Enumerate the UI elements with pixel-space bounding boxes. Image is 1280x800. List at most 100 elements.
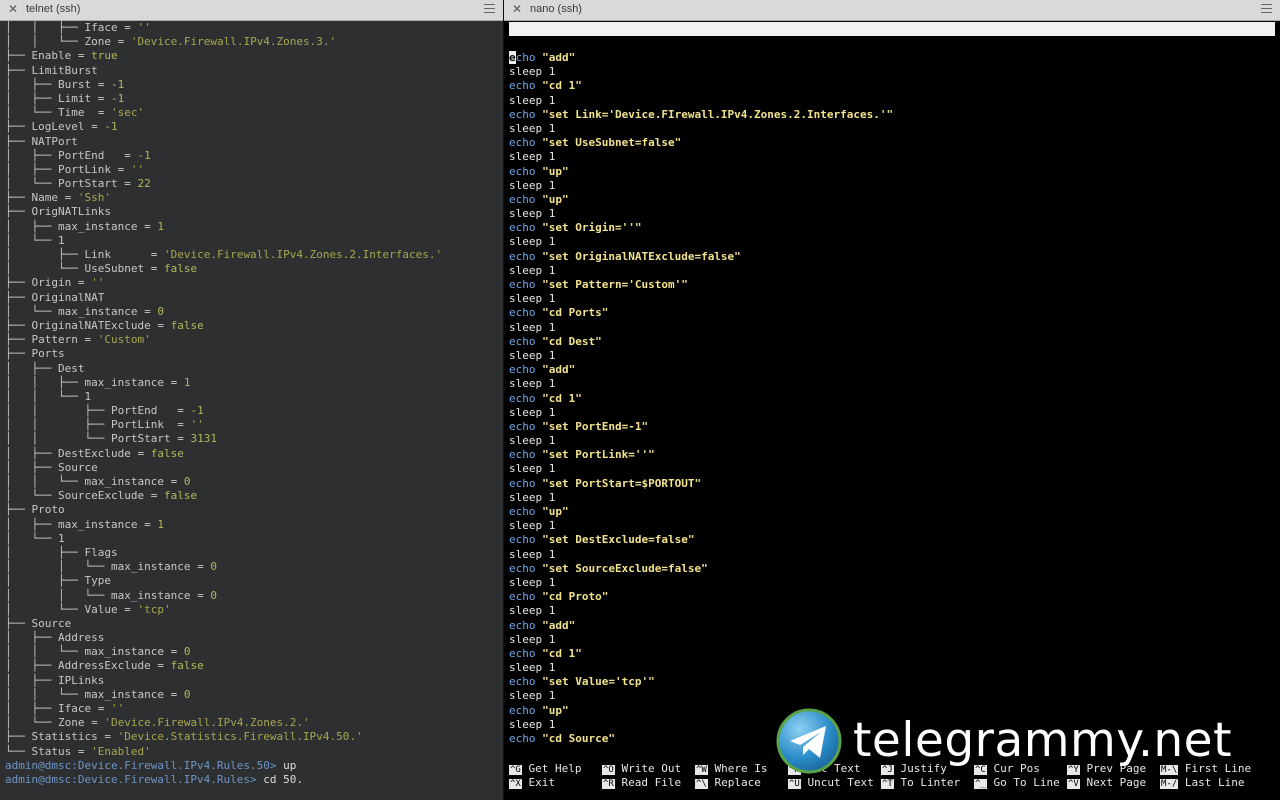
script-line[interactable]: echo "cd 1" (509, 392, 893, 406)
nano-shortcut[interactable]: ^O Write Out (602, 762, 681, 777)
tree-branch: │ │ └── (5, 687, 85, 701)
script-command: sleep (509, 320, 543, 334)
script-line[interactable]: sleep 1 (509, 321, 893, 335)
script-line[interactable]: sleep 1 (509, 264, 893, 278)
script-line[interactable]: echo "set SourceExclude=false" (509, 562, 893, 576)
script-line[interactable]: echo "set PortLink=''" (509, 448, 893, 462)
script-line[interactable]: echo "add" (509, 363, 893, 377)
tree-value: 'tcp' (137, 602, 171, 616)
script-line[interactable]: echo "cd 1" (509, 647, 893, 661)
tree-branch: │ │ └── (5, 389, 85, 403)
tree-key: Enable (31, 49, 72, 63)
tree-branch: │ └── (5, 106, 58, 120)
tree-value: '' (91, 276, 105, 290)
script-argument: 1 (548, 604, 556, 618)
script-line[interactable]: echo "add" (509, 51, 893, 65)
tree-value: 0 (183, 475, 191, 488)
nano-shortcut[interactable]: ^R Read File (602, 776, 681, 791)
nano-shortcut[interactable]: ^T To Linter (881, 776, 960, 791)
nano-shortcut[interactable]: ^X Exit (509, 776, 555, 791)
script-command: sleep (509, 519, 543, 533)
nano-shortcut[interactable]: ^V Next Page (1067, 776, 1146, 791)
tree-key: 1 (57, 233, 65, 247)
script-line[interactable]: echo "set PortStart=$PORTOUT" (509, 477, 893, 491)
tree-value: true (91, 49, 118, 63)
shortcut-key: ^_ (974, 779, 987, 790)
hamburger-menu-icon[interactable] (1261, 4, 1272, 14)
nano-shortcut[interactable]: ^G Get Help (509, 762, 581, 777)
script-line[interactable]: sleep 1 (509, 604, 893, 618)
tree-key: 1 (57, 531, 65, 545)
script-line[interactable]: echo "set UseSubnet=false" (509, 136, 893, 150)
script-line[interactable]: sleep 1 (509, 548, 893, 562)
script-line[interactable]: echo "set Pattern='Custom'" (509, 278, 893, 292)
nano-shortcut[interactable]: ^_ Go To Line (974, 776, 1060, 791)
script-line[interactable]: echo "set Value='tcp'" (509, 675, 893, 689)
script-command: echo (509, 249, 536, 263)
script-line[interactable]: echo "add" (509, 619, 893, 633)
close-icon[interactable]: ✕ (512, 3, 522, 16)
close-icon[interactable]: ✕ (8, 3, 18, 16)
tree-key: LimitBurst (31, 63, 98, 77)
script-line[interactable]: echo "cd Ports" (509, 306, 893, 320)
script-argument: "set UseSubnet=false" (542, 136, 682, 150)
script-line[interactable]: sleep 1 (509, 576, 893, 590)
script-argument: 1 (548, 263, 556, 277)
script-argument: 1 (548, 632, 556, 646)
script-line[interactable]: sleep 1 (509, 377, 893, 391)
hamburger-menu-icon[interactable] (484, 4, 495, 14)
tree-key: Status (31, 744, 72, 758)
script-line[interactable]: echo "cd Proto" (509, 590, 893, 604)
script-line[interactable]: sleep 1 (509, 292, 893, 306)
tree-operator: = (117, 177, 138, 191)
tree-key: Pattern (31, 333, 78, 347)
script-line[interactable]: echo "set PortEnd=-1" (509, 420, 893, 434)
script-argument: "set Pattern='Custom'" (542, 278, 688, 291)
script-line[interactable]: sleep 1 (509, 65, 893, 79)
nano-shortcut[interactable]: ^U Uncut Text (788, 776, 874, 791)
script-line[interactable]: sleep 1 (509, 633, 893, 647)
script-line[interactable]: echo "up" (509, 193, 893, 207)
script-line[interactable]: echo "cd Dest" (509, 335, 893, 349)
script-line[interactable]: sleep 1 (509, 349, 893, 363)
script-line[interactable]: sleep 1 (509, 94, 893, 108)
tree-value: 0 (157, 304, 164, 318)
script-line[interactable]: sleep 1 (509, 207, 893, 221)
script-command: echo (509, 618, 536, 632)
script-line[interactable]: sleep 1 (509, 462, 893, 476)
script-line[interactable]: sleep 1 (509, 491, 893, 505)
telnet-pane[interactable]: ✕ telnet (ssh) │ │ ├── Iface = '' │ │ └──… (0, 0, 503, 800)
tree-row: │ │ ├── PortLink = '' (5, 418, 503, 432)
script-line[interactable]: echo "up" (509, 505, 893, 519)
tree-row: │ └── SourceExclude = false (5, 489, 503, 503)
nano-shortcut[interactable]: M-/ Last Line (1160, 776, 1245, 791)
script-line[interactable]: echo "cd 1" (509, 79, 893, 93)
nano-pane[interactable]: ✕ nano (ssh) GNU nano 2.7.4 File: open_p… (504, 0, 1280, 800)
tree-branch: ├── (5, 63, 32, 77)
tree-key: Source (31, 616, 72, 630)
script-line[interactable]: sleep 1 (509, 406, 893, 420)
script-line[interactable]: sleep 1 (509, 235, 893, 249)
script-line[interactable]: sleep 1 (509, 150, 893, 164)
script-line[interactable]: sleep 1 (509, 179, 893, 193)
script-line[interactable]: sleep 1 (509, 689, 893, 703)
script-argument: 1 (548, 121, 556, 135)
script-line[interactable]: echo "up" (509, 165, 893, 179)
shell-prompt: admin@dmsc:Device.Firewall.IPv4.Rules> (5, 772, 264, 786)
tree-row: ├── Name = 'Ssh' (5, 191, 503, 205)
script-line[interactable]: echo "set Link='Device.FIrewall.IPv4.Zon… (509, 108, 893, 122)
script-line[interactable]: sleep 1 (509, 434, 893, 448)
script-line[interactable]: echo "set Origin=''" (509, 221, 893, 235)
tree-branch: │ │ └── (5, 35, 85, 49)
script-line[interactable]: sleep 1 (509, 122, 893, 136)
prompt-line: admin@dmsc:Device.Firewall.IPv4.Rules.50… (5, 759, 503, 773)
script-line[interactable]: sleep 1 (509, 661, 893, 675)
nano-shortcut[interactable]: ^\ Replace (695, 776, 761, 791)
script-line[interactable]: echo "set OriginalNATExclude=false" (509, 250, 893, 264)
tree-key: Iface (84, 21, 118, 34)
script-line[interactable]: sleep 1 (509, 519, 893, 533)
script-line[interactable]: echo "set DestExclude=false" (509, 533, 893, 547)
nano-shortcut[interactable]: ^W Where Is (695, 762, 767, 777)
nano-editor[interactable]: echo "add" sleep 1 echo "cd 1" sleep 1 echo … (509, 51, 893, 746)
script-command: echo (509, 732, 536, 745)
